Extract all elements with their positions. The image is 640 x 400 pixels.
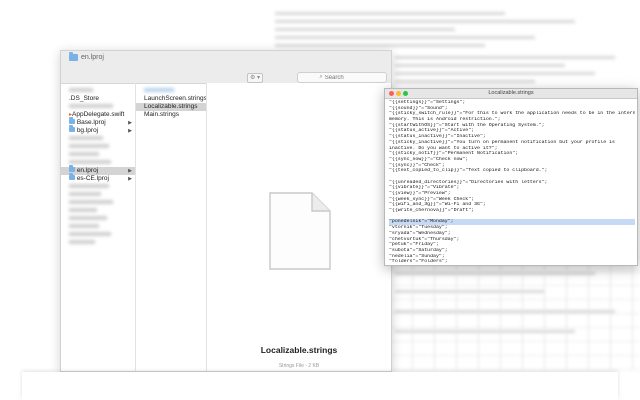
finder-titlebar[interactable]: en.lproj [61,51,391,72]
search-icon: ⌕ [319,74,323,80]
list-item-ds-store[interactable]: .DS_Store [61,95,135,103]
list-item[interactable] [61,223,135,231]
list-item-label: AppDelegate.swift [72,111,125,118]
editor-text-area[interactable]: "{{settings}}"="Settings"; "{{sound}}"="S… [389,100,635,264]
list-item[interactable] [61,239,135,247]
editor-titlebar[interactable]: Localizable.strings [385,89,637,99]
folder-contents-column: LaunchScreen.strings Localizable.strings… [136,83,207,371]
action-menu-button[interactable]: ⚙ ▾ [247,73,263,83]
list-item[interactable] [61,151,135,159]
list-item-label: Base.lproj [76,119,106,126]
editor-title: Localizable.strings [488,90,534,96]
chevron-right-icon: ▶ [128,128,132,134]
chevron-right-icon: ▶ [128,176,132,182]
list-item-label: bg.lproj [76,127,99,134]
search-field[interactable]: ⌕ [297,72,387,83]
file-localizable[interactable]: Localizable.strings [136,103,206,111]
preview-file-name: Localizable.strings [260,345,338,355]
list-item[interactable] [61,191,135,199]
list-item-bg-lproj[interactable]: bg.lproj ▶ [61,125,135,135]
list-item-label: es-CE.lproj [76,175,109,182]
editor-line: "{{sticky_inactive}}"="You turn on perma… [389,139,615,145]
list-item[interactable] [61,231,135,239]
list-item[interactable] [61,143,135,151]
text-editor-window: Localizable.strings "{{settings}}"="Sett… [384,88,638,266]
list-item[interactable] [61,215,135,223]
list-item[interactable] [61,87,135,95]
list-item[interactable] [61,207,135,215]
finder-title-label: en.lproj [81,54,104,61]
file-main[interactable]: Main.strings [136,111,206,119]
file-launchscreen[interactable]: LaunchScreen.strings [136,95,206,103]
list-item[interactable] [61,199,135,207]
folder-icon [69,125,75,132]
list-item-label: en.lproj [76,167,99,174]
list-item[interactable] [61,135,135,143]
list-item[interactable] [61,103,135,111]
parent-folder-column: .DS_Store ▸AppDelegate.swift Base.lproj ▶… [61,83,136,371]
document-icon [269,192,331,270]
file-label: LaunchScreen.strings [144,95,207,102]
file-label: Localizable.strings [144,103,198,110]
list-item-es-lproj[interactable]: es-CE.lproj ▶ [61,173,135,183]
list-item-label: .DS_Store [69,95,99,102]
search-input[interactable] [324,74,365,81]
file-label: Main.strings [144,111,180,118]
finder-title: en.lproj [69,52,104,61]
list-item[interactable] [61,183,135,191]
finder-window: en.lproj ⚙ ▾ ⌕ .DS_Store ▸AppDelegate.sw… [60,50,392,372]
chevron-right-icon: ▶ [128,168,132,174]
folder-icon [69,117,75,124]
preview-file-info: Strings File - 2 KB [278,363,320,369]
folder-icon [69,173,75,180]
chevron-right-icon: ▶ [128,120,132,126]
folder-icon [69,52,78,61]
list-item[interactable] [136,87,206,95]
bottom-window-edge [22,372,618,400]
folder-icon [69,165,75,172]
editor-line: "folders"="Folders"; [389,259,448,265]
